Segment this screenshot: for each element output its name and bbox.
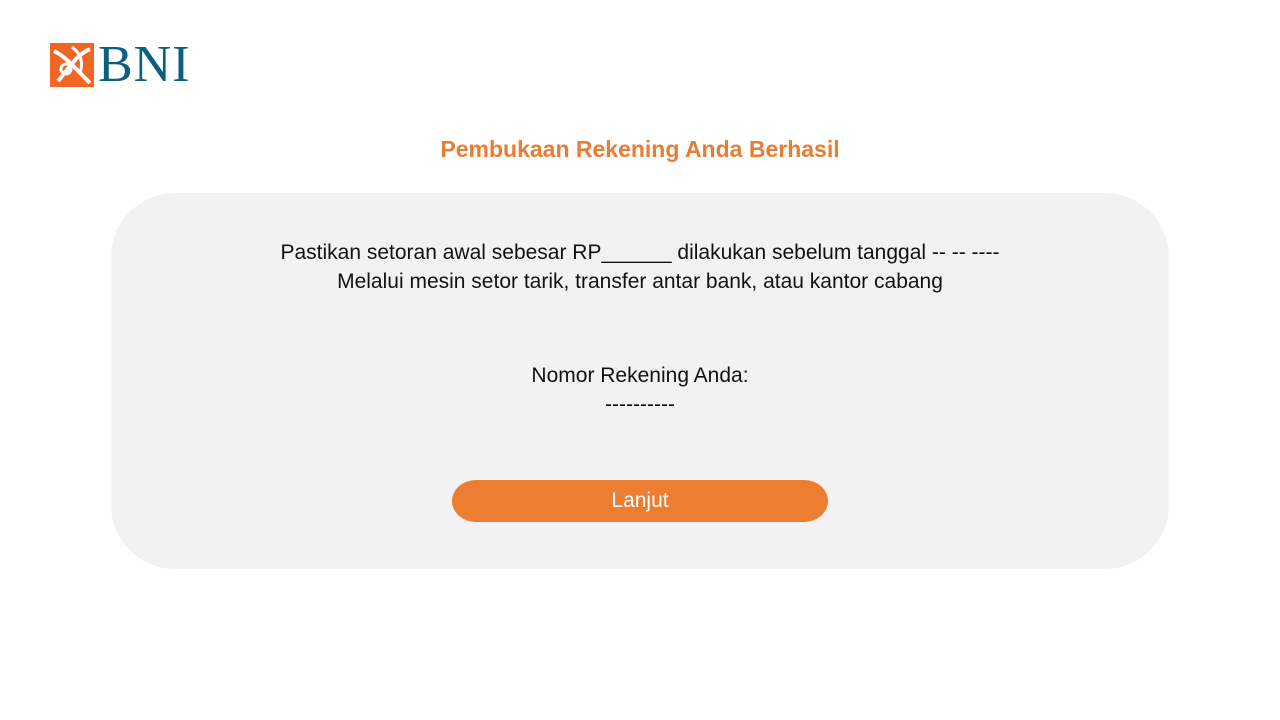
account-number-value: ---------- bbox=[605, 393, 675, 416]
account-number-label: Nomor Rekening Anda: bbox=[531, 364, 749, 387]
bni-46-icon bbox=[50, 43, 94, 87]
page-title: Pembukaan Rekening Anda Berhasil bbox=[440, 136, 840, 162]
bni-wordmark: BNI bbox=[98, 36, 191, 93]
deposit-instruction: Pastikan setoran awal sebesar RP______ d… bbox=[280, 241, 1000, 264]
page: BNI Pembukaan Rekening Anda Berhasil Pas… bbox=[0, 0, 1280, 720]
continue-button[interactable]: Lanjut bbox=[452, 480, 828, 522]
bni-logo: BNI bbox=[50, 36, 191, 93]
result-card: Pastikan setoran awal sebesar RP______ d… bbox=[111, 193, 1169, 569]
deposit-channels: Melalui mesin setor tarik, transfer anta… bbox=[337, 270, 943, 293]
